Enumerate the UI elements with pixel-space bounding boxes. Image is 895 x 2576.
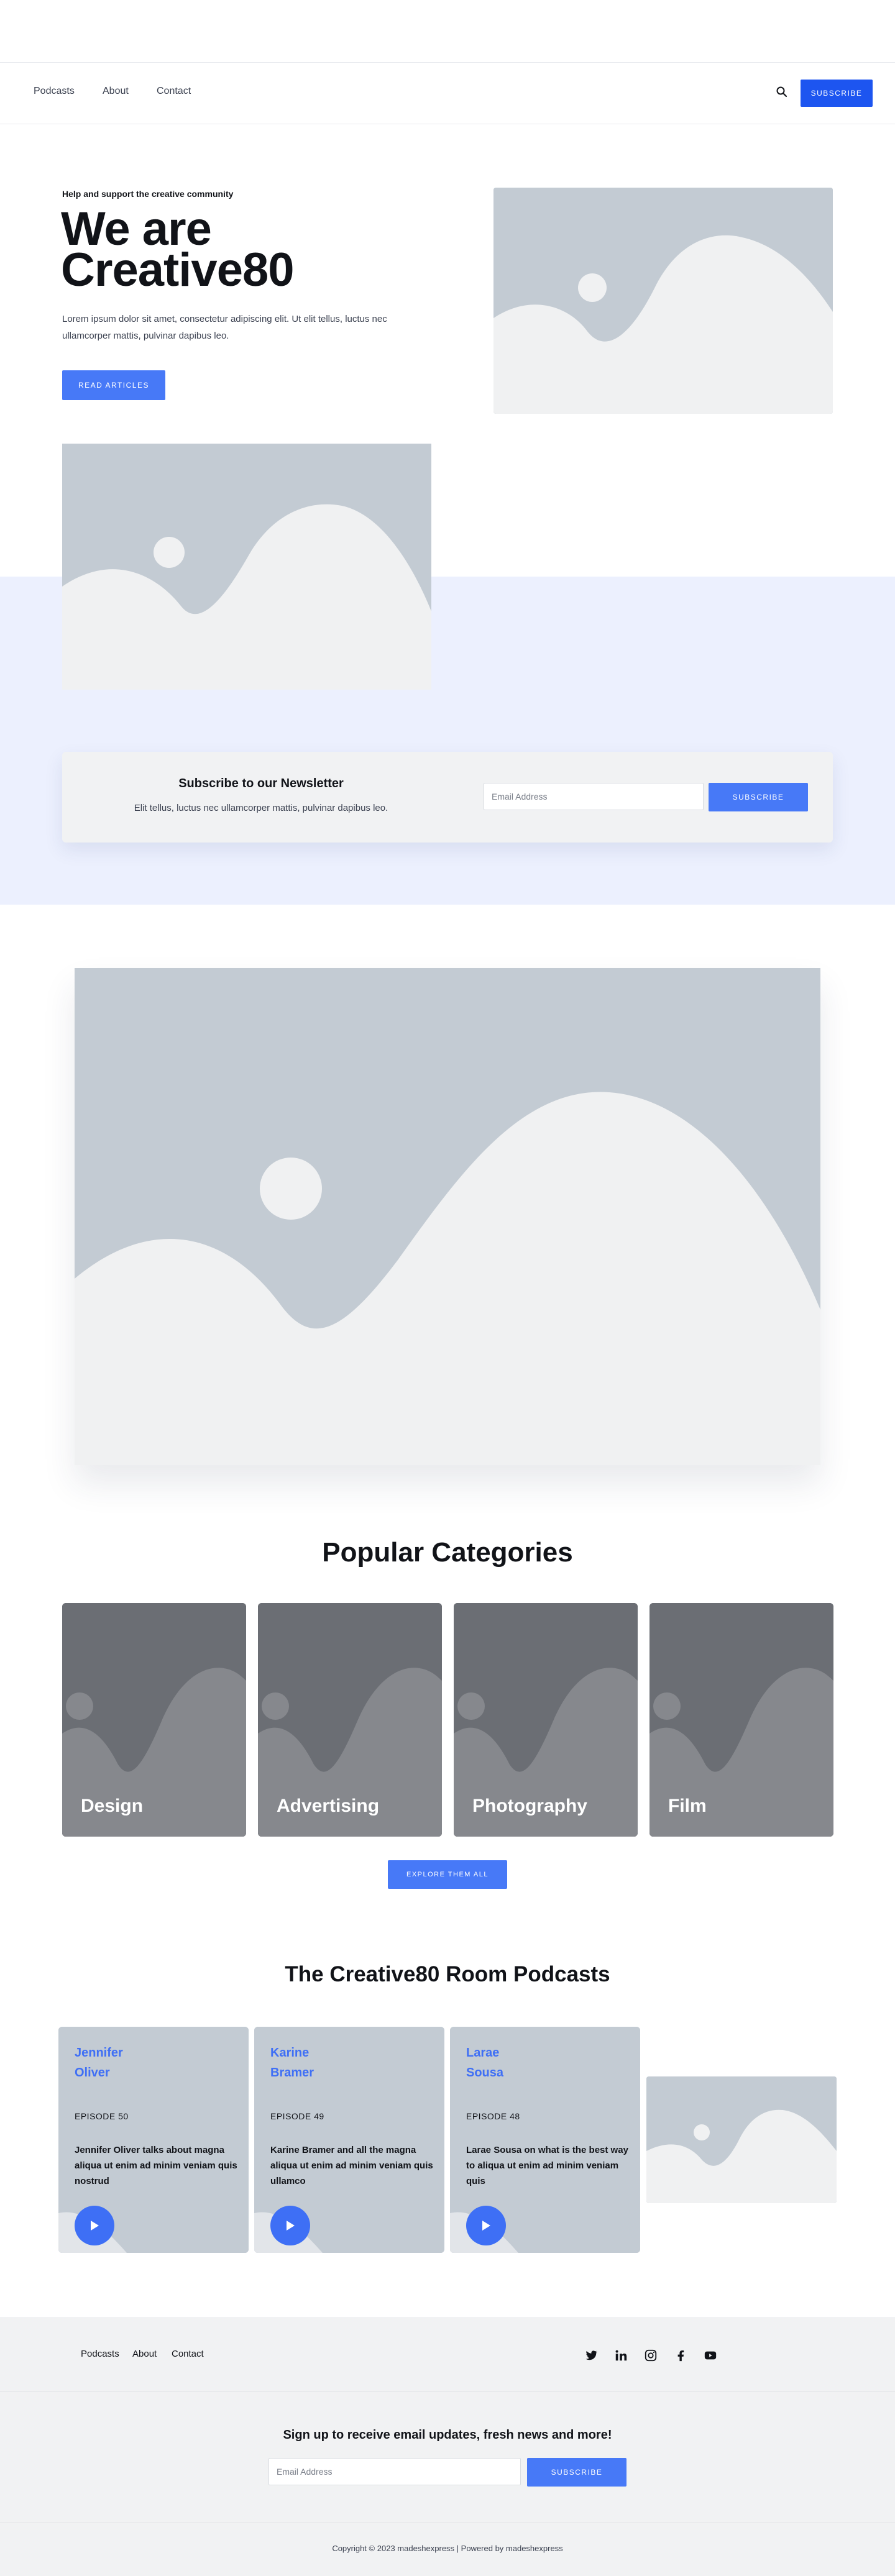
newsletter-email-input[interactable]: Email Address bbox=[484, 783, 704, 810]
podcast-episode: EPISODE 49 bbox=[270, 2111, 324, 2121]
nav-link-podcasts[interactable]: Podcasts bbox=[34, 86, 75, 97]
linkedin-icon[interactable] bbox=[614, 2349, 628, 2362]
category-card-film[interactable]: Film bbox=[649, 1603, 833, 1837]
podcast-episode: EPISODE 48 bbox=[466, 2111, 520, 2121]
category-label-advertising: Advertising bbox=[277, 1796, 380, 1816]
play-icon bbox=[287, 2221, 295, 2231]
newsletter-title: Subscribe to our Newsletter bbox=[178, 777, 344, 790]
podcast-episode: EPISODE 50 bbox=[75, 2111, 129, 2121]
feature-image bbox=[75, 968, 820, 1465]
hero-eyebrow: Help and support the creative community bbox=[62, 189, 234, 199]
play-icon bbox=[91, 2221, 99, 2231]
hero-title: We are Creative80 bbox=[61, 206, 446, 294]
footer-signup-title: Sign up to receive email updates, fresh … bbox=[283, 2428, 612, 2442]
hero-image-right bbox=[493, 188, 833, 414]
hero-title-line-2: Creative80 bbox=[61, 244, 294, 296]
podcasts-heading: The Creative80 Room Podcasts bbox=[285, 1962, 610, 1986]
explore-all-button[interactable]: EXPLORE THEM ALL bbox=[388, 1860, 507, 1889]
podcast-host-first: Karine bbox=[270, 2046, 310, 2060]
play-button[interactable] bbox=[270, 2206, 310, 2245]
podcast-description: Karine Bramer and all the magna aliqua u… bbox=[270, 2145, 433, 2186]
footer-subscribe-button[interactable]: SUBSCRIBE bbox=[527, 2458, 626, 2487]
newsletter-text: Elit tellus, luctus nec ullamcorper matt… bbox=[134, 803, 388, 813]
podcast-card-49[interactable]: Karine Bramer EPISODE 49 Karine Bramer an… bbox=[254, 2027, 444, 2253]
category-card-design[interactable]: Design bbox=[62, 1603, 246, 1837]
category-label-design: Design bbox=[81, 1796, 144, 1816]
podcast-host-name: Jennifer Oliver bbox=[75, 2043, 162, 2083]
category-card-advertising[interactable]: Advertising bbox=[258, 1603, 442, 1837]
header-top-divider bbox=[0, 62, 895, 63]
podcast-description: Jennifer Oliver talks about magna aliqua… bbox=[75, 2145, 237, 2186]
category-label-film: Film bbox=[668, 1796, 707, 1816]
copyright-text: Copyright © 2023 madeshexpress | Powered… bbox=[332, 2544, 563, 2553]
footer-email-input[interactable]: Email Address bbox=[268, 2458, 521, 2485]
podcast-host-last: Oliver bbox=[75, 2066, 110, 2080]
newsletter-card: Subscribe to our Newsletter Elit tellus,… bbox=[62, 752, 833, 843]
hero-image-left bbox=[62, 444, 431, 690]
instagram-icon[interactable] bbox=[644, 2349, 658, 2362]
hero-text: Lorem ipsum dolor sit amet, consectetur … bbox=[62, 314, 387, 341]
play-button[interactable] bbox=[466, 2206, 506, 2245]
podcast-side-image bbox=[646, 2076, 837, 2203]
twitter-icon[interactable] bbox=[584, 2349, 598, 2362]
play-button[interactable] bbox=[75, 2206, 114, 2245]
newsletter-subscribe-button[interactable]: SUBSCRIBE bbox=[709, 783, 808, 811]
categories-heading: Popular Categories bbox=[322, 1537, 573, 1568]
footer-link-contact[interactable]: Contact bbox=[172, 2349, 204, 2359]
read-articles-button[interactable]: READ ARTICLES bbox=[62, 370, 165, 400]
podcast-card-48[interactable]: Larae Sousa EPISODE 48 Larae Sousa on wha… bbox=[450, 2027, 640, 2253]
category-label-photography: Photography bbox=[472, 1796, 587, 1816]
podcast-description: Larae Sousa on what is the best way to a… bbox=[466, 2145, 628, 2186]
nav-link-contact[interactable]: Contact bbox=[157, 86, 191, 97]
header-subscribe-button[interactable]: SUBSCRIBE bbox=[801, 80, 873, 107]
footer-link-about[interactable]: About bbox=[132, 2349, 157, 2359]
footer-link-podcasts[interactable]: Podcasts bbox=[81, 2349, 119, 2359]
podcast-card-50[interactable]: Jennifer Oliver EPISODE 50 Jennifer Olive… bbox=[58, 2027, 249, 2253]
podcast-host-first: Larae bbox=[466, 2046, 500, 2060]
podcast-host-last: Bramer bbox=[270, 2066, 314, 2080]
podcast-host-last: Sousa bbox=[466, 2066, 504, 2080]
category-card-photography[interactable]: Photography bbox=[454, 1603, 638, 1837]
podcast-host-name: Karine Bramer bbox=[270, 2043, 357, 2083]
podcast-host-first: Jennifer bbox=[75, 2046, 123, 2060]
podcast-host-name: Larae Sousa bbox=[466, 2043, 553, 2083]
youtube-icon[interactable] bbox=[704, 2349, 717, 2362]
play-icon bbox=[482, 2221, 490, 2231]
nav-link-about[interactable]: About bbox=[103, 86, 129, 97]
search-icon[interactable] bbox=[776, 86, 788, 98]
facebook-icon[interactable] bbox=[674, 2349, 687, 2362]
